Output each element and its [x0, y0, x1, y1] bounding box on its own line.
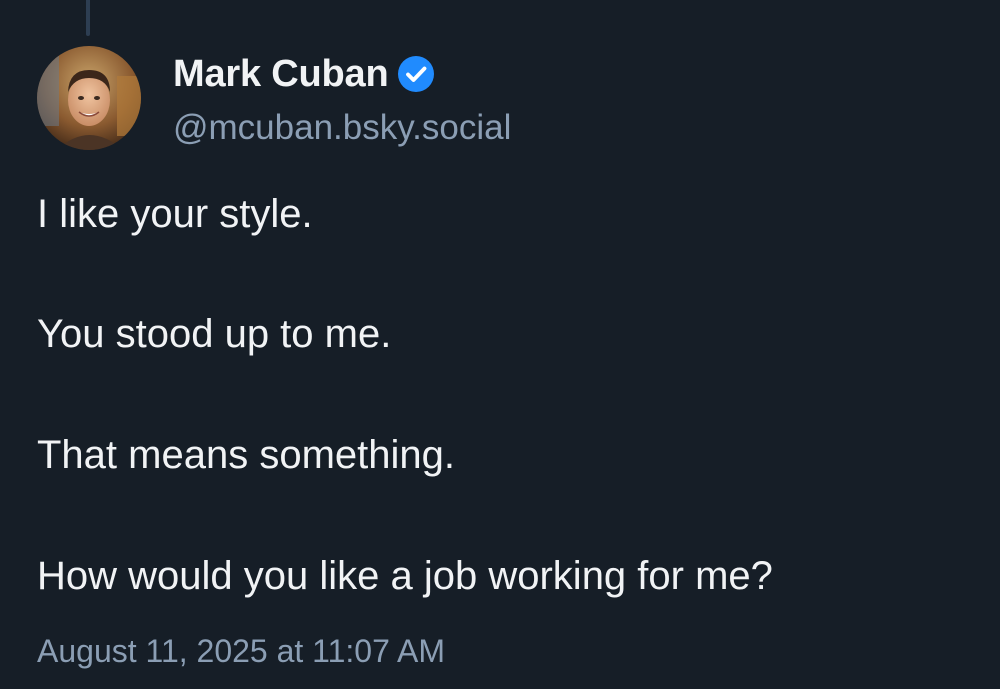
avatar-photo-icon: [37, 46, 141, 150]
author-display-name[interactable]: Mark Cuban: [173, 50, 389, 98]
post-paragraph: I like your style.: [37, 192, 313, 236]
author-handle[interactable]: @mcuban.bsky.social: [173, 106, 511, 150]
post-paragraph: That means something.: [37, 433, 455, 477]
post-timestamp[interactable]: August 11, 2025 at 11:07 AM: [37, 630, 445, 672]
post-paragraph: How would you like a job working for me?: [37, 554, 773, 598]
thread-connector-line: [86, 0, 90, 36]
author-avatar[interactable]: [37, 46, 141, 150]
author-name-row[interactable]: Mark Cuban: [173, 50, 435, 98]
post-detail-view: Mark Cuban @mcuban.bsky.social I like yo…: [0, 0, 1000, 689]
verified-check-icon[interactable]: [397, 55, 435, 93]
post-paragraph: You stood up to me.: [37, 312, 392, 356]
